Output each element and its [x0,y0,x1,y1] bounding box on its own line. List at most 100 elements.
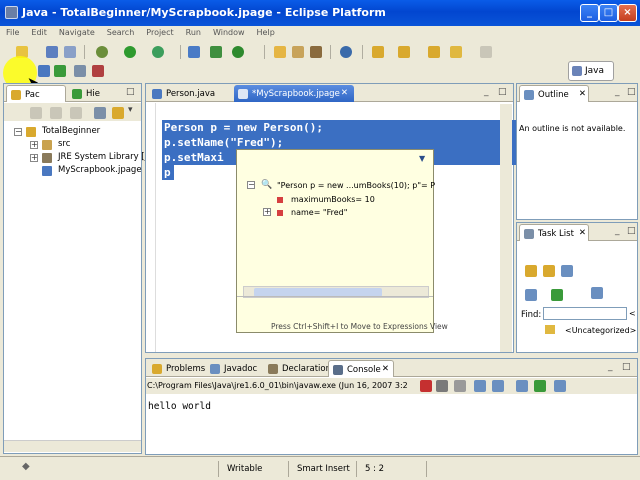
remove-launch-icon[interactable] [436,380,448,392]
declaration-icon [268,364,278,374]
forward-nav-icon[interactable] [50,107,62,119]
tab-package-explorer[interactable]: Pac [6,85,66,102]
expand-toggle[interactable]: + [30,141,38,149]
expand-toggle[interactable]: + [30,154,38,162]
back-icon[interactable] [450,46,462,58]
menu-search[interactable]: Search [101,26,140,42]
new-scrapbook-icon[interactable] [38,65,50,77]
external-tools-icon[interactable] [152,46,164,58]
menu-window[interactable]: Window [207,26,251,42]
code-line[interactable]: p.setName("Fred"); [164,135,283,150]
remove-all-icon[interactable] [454,380,466,392]
up-nav-icon[interactable] [70,107,82,119]
minimize-view-icon[interactable]: _ [615,87,620,97]
menu-navigate[interactable]: Navigate [53,26,101,42]
tab-console[interactable]: Console ✕ [328,360,394,377]
back-nav-icon[interactable] [30,107,42,119]
inspect-icon[interactable] [74,65,86,77]
close-tab-icon[interactable]: ✕ [579,89,586,99]
console-toolbar: C:\Program Files\Java\jre1.6.0_01\bin\ja… [146,378,637,394]
window-title: Java - TotalBeginner/MyScrapbook.jpage -… [22,6,386,19]
maximize-view-icon[interactable]: □ [622,362,631,372]
toolbar-separator [330,45,331,59]
tab-javadoc[interactable]: Javadoc [206,360,264,377]
focus-icon[interactable] [591,287,603,299]
code-line[interactable]: p.setMaxi [164,150,224,165]
link-editor-icon[interactable] [112,107,124,119]
maximize-view-icon[interactable]: □ [627,87,636,97]
library-icon [42,153,52,163]
search-icon[interactable] [310,46,322,58]
new-task-icon[interactable] [525,265,537,277]
print-icon[interactable] [64,46,76,58]
task-find-input[interactable] [543,307,627,320]
tab-hierarchy[interactable]: Hie [68,85,112,102]
close-tab-icon[interactable]: ✕ [382,364,389,374]
popup-field-row[interactable]: + name= "Fred" [263,207,393,219]
next-annotation-icon[interactable] [372,46,384,58]
minimize-view-icon[interactable]: _ [608,362,613,372]
close-tab-icon[interactable]: ✕ [341,88,348,98]
popup-field-row[interactable]: maximumBooks= 10 [277,194,397,206]
expand-toggle[interactable]: + [263,208,271,216]
prev-task-icon[interactable] [551,289,563,301]
save-icon[interactable] [46,46,58,58]
code-line[interactable]: Person p = new Person(); [164,120,323,135]
status-fastview-icon[interactable]: ◆ [22,461,30,472]
new-category-icon[interactable] [543,265,555,277]
find-options-icon[interactable]: < [629,309,636,318]
minimize-button[interactable]: _ [580,4,599,22]
maximize-view-icon[interactable]: □ [627,226,636,236]
horizontal-scrollbar[interactable] [4,440,141,452]
debug-icon[interactable] [96,46,108,58]
forward-icon[interactable] [480,46,492,58]
perspective-java[interactable]: Java [568,61,614,81]
open-type-icon[interactable] [274,46,286,58]
menu-run[interactable]: Run [180,26,207,42]
run-icon[interactable] [124,46,136,58]
terminate-icon[interactable] [420,380,432,392]
scroll-lock-icon[interactable] [492,380,504,392]
code-line[interactable]: p [164,165,171,180]
new-java-project-icon[interactable] [188,46,200,58]
collapse-toggle[interactable]: − [247,181,255,189]
last-edit-location-icon[interactable] [428,46,440,58]
uncategorized-item[interactable]: <Uncategorized> [565,326,636,335]
task-repository-icon[interactable] [561,265,573,277]
clear-console-icon[interactable] [474,380,486,392]
minimize-editor-icon[interactable]: _ [484,87,489,97]
open-task-icon[interactable] [292,46,304,58]
tab-declaration[interactable]: Declaration [264,360,331,377]
tab-outline[interactable]: Outline ✕ [519,85,589,102]
close-window-button[interactable]: × [618,4,637,22]
editor-vertical-scrollbar[interactable] [500,104,512,352]
collapse-toggle[interactable]: − [14,128,22,136]
previous-annotation-icon[interactable] [398,46,410,58]
display-selected-console-icon[interactable] [534,380,546,392]
close-tab-icon[interactable]: ✕ [579,228,586,238]
popup-menu-icon[interactable]: ▼ [419,154,425,163]
globe-icon[interactable] [340,46,352,58]
maximize-editor-icon[interactable]: □ [498,87,507,97]
collapse-all-icon[interactable] [94,107,106,119]
tab-scrapbook[interactable]: *MyScrapbook.jpage ✕ [234,85,354,102]
menu-help[interactable]: Help [251,26,281,42]
tab-problems[interactable]: Problems [148,360,206,377]
menu-project[interactable]: Project [140,26,179,42]
view-menu-icon[interactable]: ▾ [128,105,133,115]
open-console-icon[interactable] [554,380,566,392]
pin-console-icon[interactable] [516,380,528,392]
menu-edit[interactable]: Edit [25,26,53,42]
maximize-view-icon[interactable]: □ [126,87,135,97]
minimize-view-icon[interactable]: _ [615,226,620,236]
run-scrapbook-icon[interactable] [54,65,66,77]
menu-file[interactable]: File [0,26,25,42]
new-class-icon[interactable] [232,46,244,58]
eclipse-app-icon [5,6,18,19]
new-package-icon[interactable] [210,46,222,58]
terminate-icon[interactable] [92,65,104,77]
filter-icon[interactable] [525,289,537,301]
tab-person-java[interactable]: Person.java [148,85,232,102]
maximize-button[interactable]: □ [599,4,618,22]
tab-task-list[interactable]: Task List ✕ [519,224,589,241]
